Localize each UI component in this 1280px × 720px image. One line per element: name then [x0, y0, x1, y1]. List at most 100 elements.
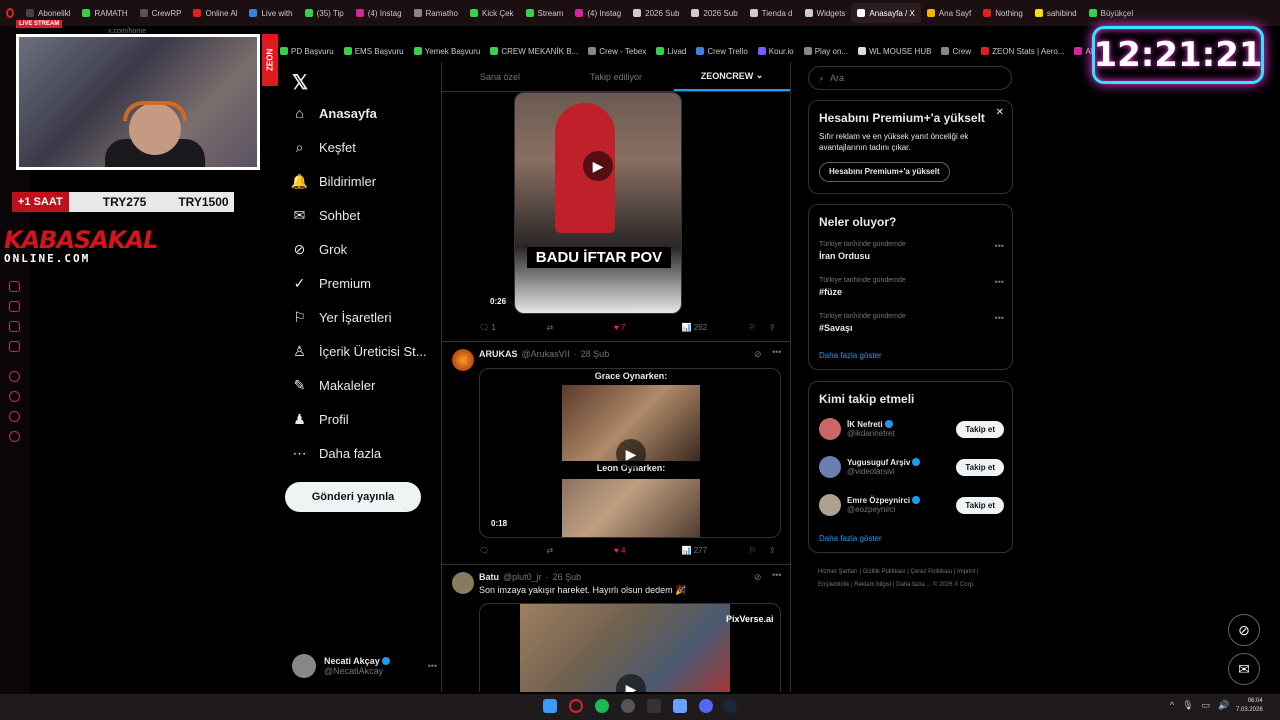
browser-tab[interactable]: Anasayfa / X [851, 3, 921, 23]
browser-tab[interactable]: Ramatho [408, 3, 464, 23]
more-icon[interactable]: ••• [772, 347, 781, 357]
more-icon[interactable]: ••• [995, 277, 1004, 287]
volume-icon[interactable]: 🔊 [1218, 700, 1229, 711]
sidebar-app-icon[interactable] [9, 411, 20, 422]
grok-icon[interactable]: ⊘ [754, 349, 762, 360]
post-date[interactable]: 28 Şub [581, 349, 610, 359]
premium-button[interactable]: Hesabını Premium+'a yükselt [819, 161, 950, 182]
author-handle[interactable]: @plut0_jr [503, 572, 542, 582]
more-icon[interactable]: ••• [995, 241, 1004, 251]
browser-tab[interactable]: Büyükçel [1083, 3, 1139, 23]
sidebar-app-icon[interactable] [9, 371, 20, 382]
follow-button[interactable]: Takip et [956, 420, 1004, 438]
browser-tab[interactable]: Tienda d [744, 3, 799, 23]
system-tray[interactable]: ^ 🎙 ▭ 🔊 [1170, 700, 1229, 711]
avatar[interactable] [452, 572, 474, 594]
share-icon[interactable]: ⇪ [769, 546, 779, 555]
nav-item-search[interactable]: ⌕ Keşfet [292, 137, 356, 157]
bookmark-item[interactable]: EMS Başvuru [343, 47, 404, 56]
browser-tab[interactable]: 2026 Sub [627, 3, 685, 23]
reply-button[interactable]: 🗨 [479, 546, 547, 555]
nav-item-creator[interactable]: ♙ İçerik Üreticisi St... [292, 341, 426, 361]
windows-start-icon[interactable] [543, 699, 557, 713]
footer-links[interactable]: Hizmet Şartları | Gizlilik Politikası | … [818, 566, 1008, 592]
post-date[interactable]: 26 Şub [553, 572, 582, 582]
bookmark-item[interactable]: Kour.io [757, 47, 794, 56]
video-player[interactable]: PixVerse.ai ▶ [479, 603, 781, 692]
more-icon[interactable]: ••• [772, 570, 781, 580]
sidebar-app-icon[interactable] [9, 301, 20, 312]
epic-games-icon[interactable] [647, 699, 661, 713]
bookmark-item[interactable]: Livad [656, 47, 686, 56]
mic-icon[interactable]: 🎙 [1182, 700, 1193, 711]
sidebar-app-icon[interactable] [9, 321, 20, 332]
author-name[interactable]: Batu [479, 572, 499, 582]
browser-tab[interactable]: Live with [243, 3, 298, 23]
spotify-icon[interactable] [595, 699, 609, 713]
follow-button[interactable]: Takip et [956, 496, 1004, 514]
tab-zeoncrew[interactable]: ZEONCREW ⌄ [674, 62, 790, 91]
bookmark-item[interactable]: CREW MEKANİK B... [490, 47, 578, 56]
sidebar-app-icon[interactable] [9, 341, 20, 352]
chevron-up-icon[interactable]: ^ [1170, 700, 1174, 711]
repost-button[interactable]: ⇄ [547, 546, 615, 555]
trend-item[interactable]: Türkiye tarihinde gündemde #füze ••• [819, 277, 1004, 297]
views-button[interactable]: 📊 262 [682, 323, 750, 332]
browser-tab[interactable]: RAMATH [76, 3, 133, 23]
browser-tab[interactable]: (35) Tip [299, 3, 350, 23]
browser-tab[interactable]: Kick Çek [464, 3, 520, 23]
who-show-more[interactable]: Daha fazla göster [819, 534, 882, 543]
browser-tab[interactable]: (4) Instag [350, 3, 408, 23]
sidebar-app-icon[interactable] [9, 281, 20, 292]
search-input[interactable]: ⌕ Ara [808, 66, 1012, 90]
bookmark-item[interactable]: WL MOUSE HUB [858, 47, 931, 56]
browser-tab[interactable]: Nothing [977, 3, 1029, 23]
network-icon[interactable]: ▭ [1202, 700, 1211, 711]
browser-tab[interactable]: Online Al [187, 3, 243, 23]
nav-item-bookmark[interactable]: ⚐ Yer İşaretleri [292, 307, 391, 327]
nav-item-mail[interactable]: ✉ Sohbet [292, 205, 361, 225]
avatar[interactable] [452, 349, 474, 371]
bookmark-item[interactable]: ZEON Stats | Aero... [981, 47, 1064, 56]
post-button[interactable]: Gönderi yayınla [285, 482, 421, 512]
sidebar-app-icon[interactable] [9, 391, 20, 402]
tab-following[interactable]: Takip ediliyor [558, 62, 674, 91]
browser-tab[interactable]: (4) Instag [569, 3, 627, 23]
views-button[interactable]: 📊 277 [682, 546, 750, 555]
grok-fab-icon[interactable]: ⊘ [1228, 614, 1260, 646]
play-icon[interactable]: ▶ [583, 151, 613, 181]
bookmark-item[interactable]: Crew Trello [696, 47, 748, 56]
close-icon[interactable]: ✕ [996, 107, 1004, 118]
trends-show-more[interactable]: Daha fazla göster [819, 351, 882, 360]
grok-icon[interactable]: ⊘ [754, 572, 762, 583]
app-icon[interactable] [673, 699, 687, 713]
repost-button[interactable]: ⇄ [547, 323, 615, 332]
bookmark-item[interactable]: Play on... [803, 47, 848, 56]
nav-item-profile[interactable]: ♟ Profil [292, 409, 348, 429]
author-handle[interactable]: @ArukasVII [522, 349, 570, 359]
bookmark-item[interactable]: Crew [941, 47, 971, 56]
nav-item-grok[interactable]: ⊘ Grok [292, 239, 348, 259]
nav-item-more[interactable]: ⋯ Daha fazla [292, 443, 382, 463]
nav-item-article[interactable]: ✎ Makaleler [292, 375, 376, 395]
trend-item[interactable]: Türkiye tarihinde gündemde #Savaşı ••• [819, 313, 1004, 333]
browser-tab[interactable]: Stream [520, 3, 570, 23]
bookmark-item[interactable]: Crew - Tebex [588, 47, 646, 56]
app-icon[interactable] [621, 699, 635, 713]
steam-icon[interactable] [723, 699, 737, 713]
suggested-account[interactable]: İK Nefreti @ikdannefret Takip et [819, 416, 1004, 442]
bookmark-icon[interactable]: ⚐ [749, 323, 769, 332]
author-name[interactable]: ARUKAS [479, 349, 518, 359]
browser-tab[interactable]: Ana Sayf [921, 3, 977, 23]
browser-tab[interactable]: sahibind [1029, 3, 1083, 23]
like-button[interactable]: ♥ 7 [614, 323, 682, 332]
browser-tab[interactable]: CrewRP [134, 3, 188, 23]
reply-button[interactable]: 🗨 1 [479, 323, 547, 332]
follow-button[interactable]: Takip et [956, 458, 1004, 476]
trend-item[interactable]: Türkiye tarihinde gündemde İran Ordusu ••• [819, 241, 1004, 261]
play-icon[interactable]: ▶ [616, 439, 646, 469]
suggested-account[interactable]: Emre Özpeynirci @eozpeynirci Takip et [819, 492, 1004, 518]
nav-item-premium[interactable]: ✓ Premium [292, 273, 371, 293]
bookmark-item[interactable]: Yemek Başvuru [413, 47, 480, 56]
video-player[interactable]: Grace Oynarken: Leon Oynarken: ▶ 0:18 [479, 368, 781, 538]
